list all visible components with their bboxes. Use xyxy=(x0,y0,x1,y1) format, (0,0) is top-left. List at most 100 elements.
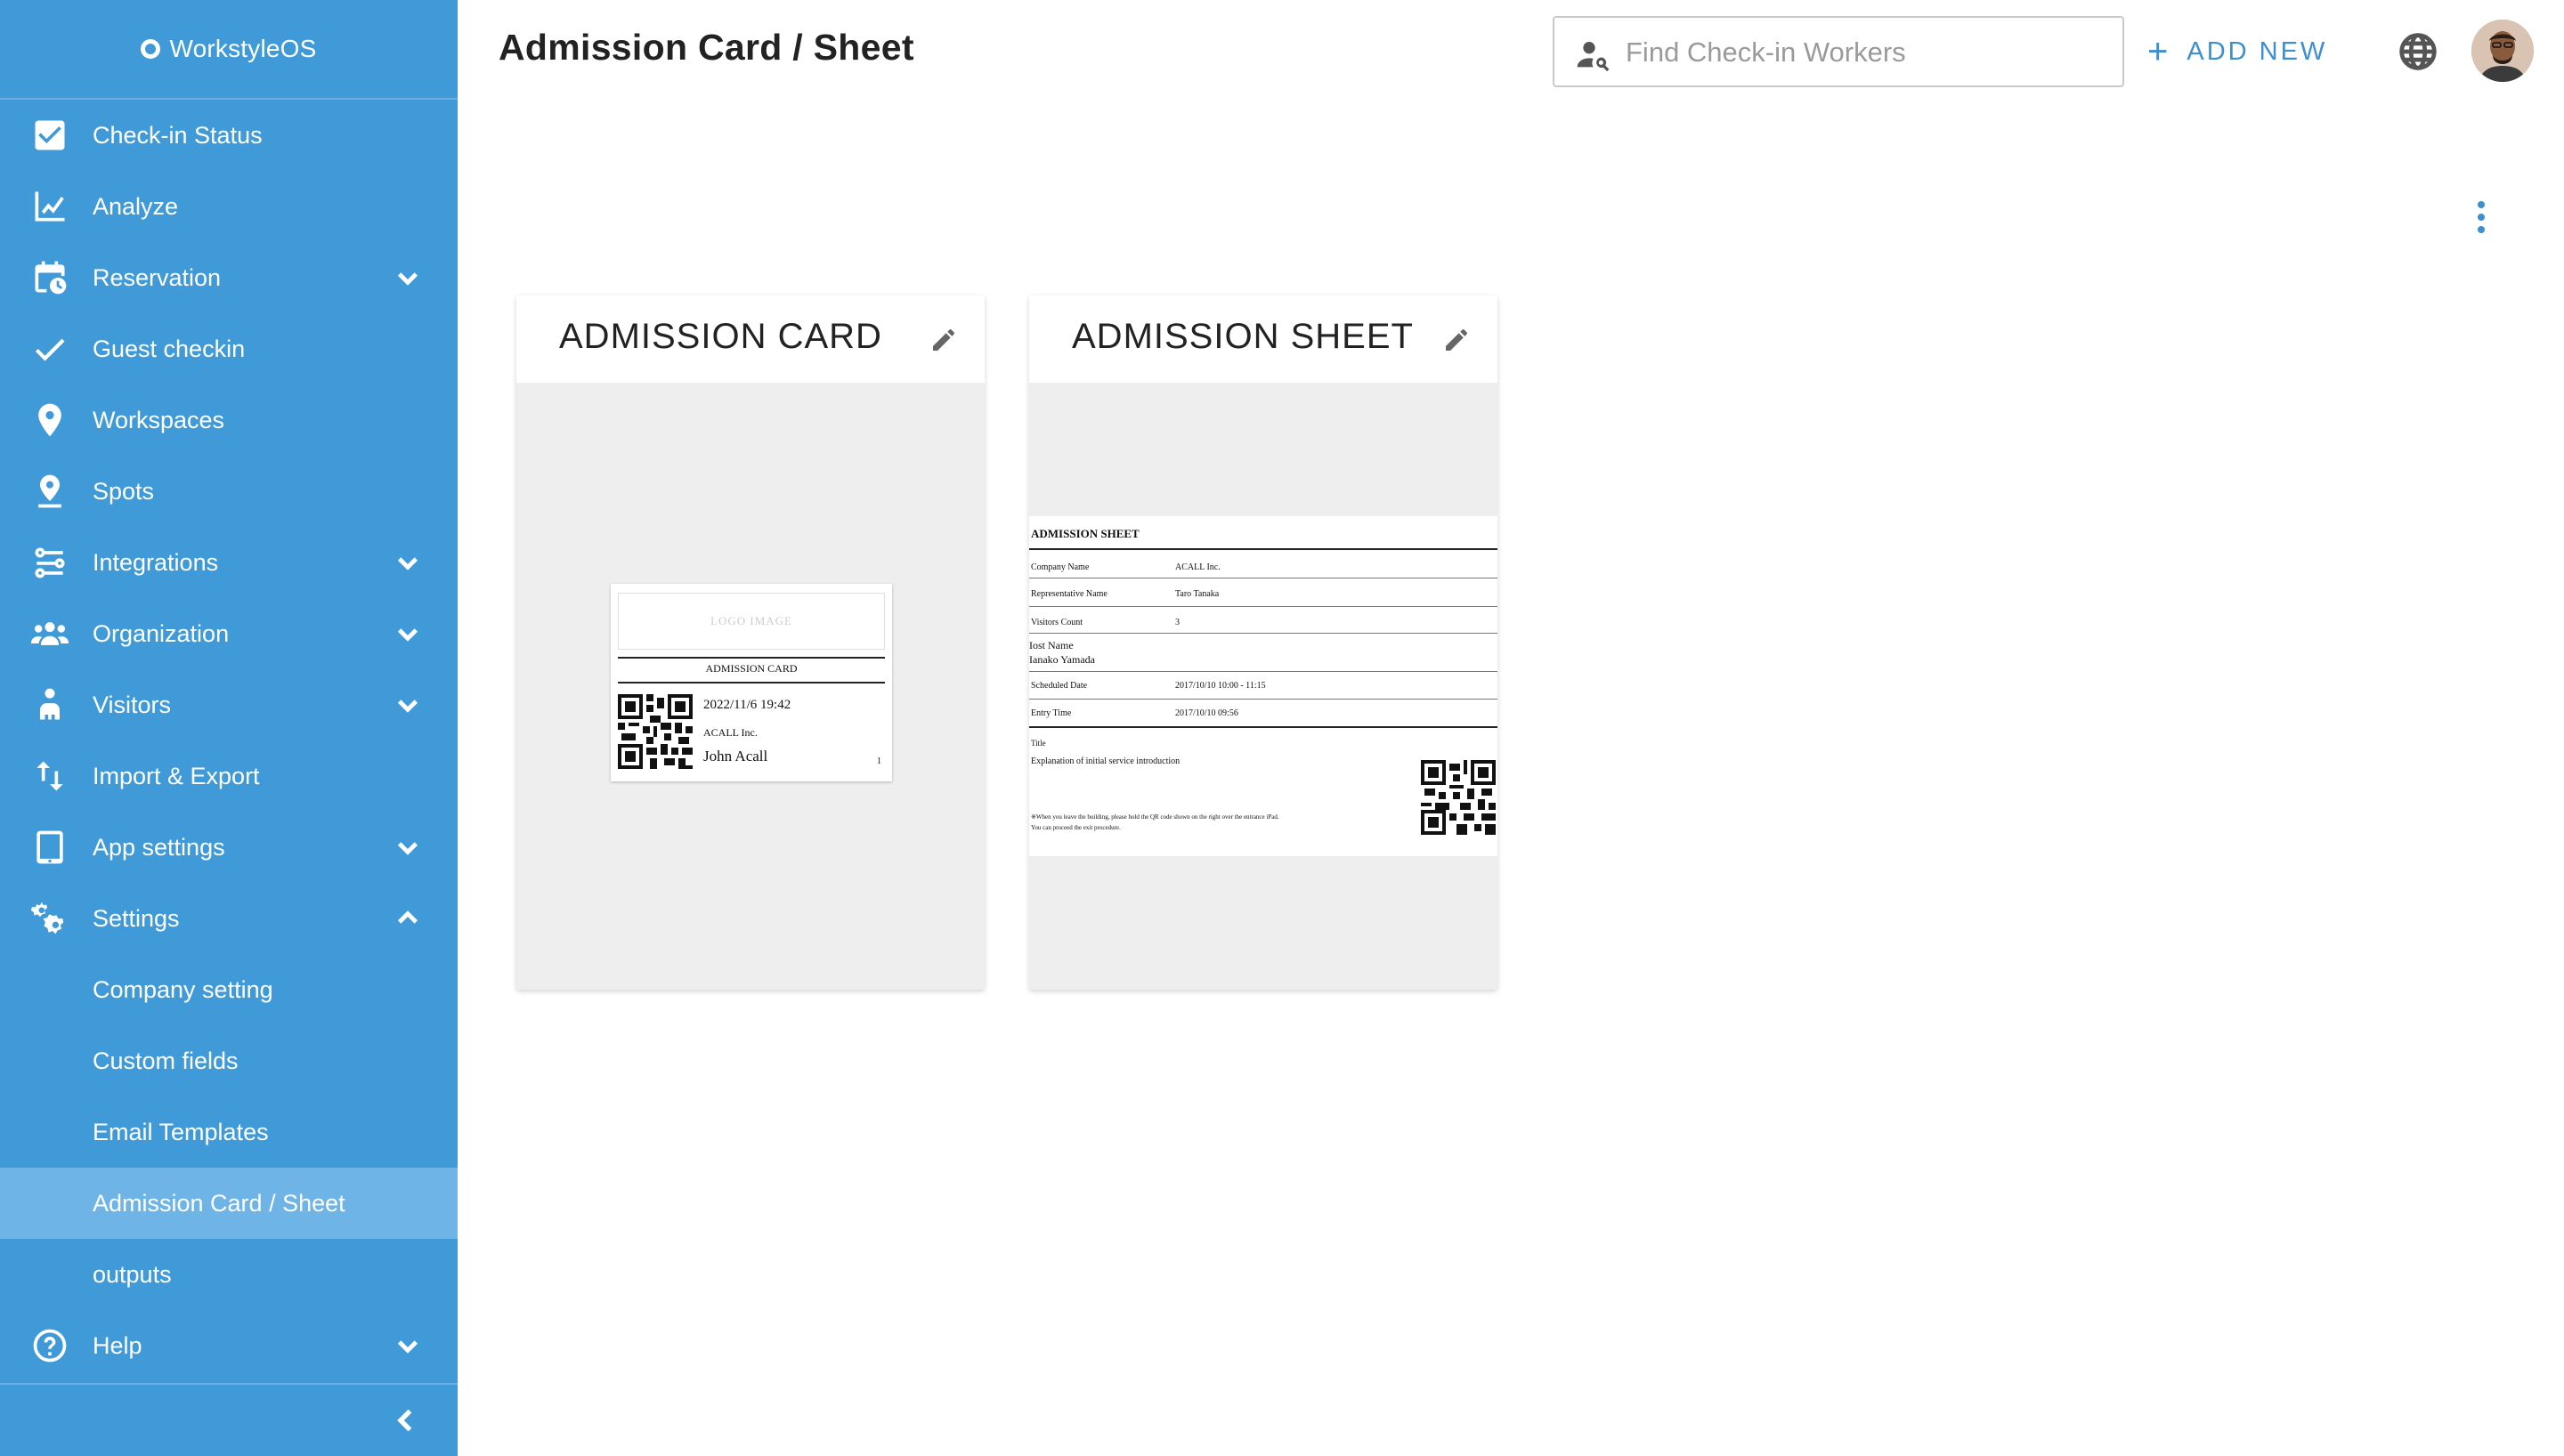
admission-sheet-card[interactable]: ADMISSION SHEET ADMISSION SHEET Company … xyxy=(1029,295,1497,990)
sidebar-item-import-export[interactable]: Import & Export xyxy=(0,740,458,812)
sidebar-item-help[interactable]: Help xyxy=(0,1310,458,1381)
sheet-row: Visitors Count 3 xyxy=(1029,607,1497,634)
sheet-row-value: 2017/10/10 10:00 - 11:15 xyxy=(1175,681,1266,691)
sidebar-item-label: Company setting xyxy=(93,975,273,1003)
sheet-row-label: Company Name xyxy=(1031,562,1090,572)
preview-datetime: 2022/11/6 19:42 xyxy=(703,698,791,712)
brand-logo-icon xyxy=(141,39,161,59)
sidebar-item-app-settings[interactable]: App settings xyxy=(0,812,458,883)
add-new-button[interactable]: + ADD NEW xyxy=(2147,30,2327,73)
sidebar-item-label: Email Templates xyxy=(93,1118,269,1145)
sheet-row-value: 3 xyxy=(1175,618,1180,627)
sheet-block-text: Explanation of initial service introduct… xyxy=(1031,756,1181,766)
people-icon xyxy=(28,612,71,655)
preview-number: 1 xyxy=(877,756,881,766)
collapse-sidebar-chevron-left-icon[interactable] xyxy=(390,1404,422,1436)
sidebar-item-label: Guest checkin xyxy=(93,335,246,362)
sheet-row-label: Entry Time xyxy=(1031,708,1072,718)
person-search-icon xyxy=(1576,37,1611,73)
sidebar-item-label: Spots xyxy=(93,477,155,505)
preview-sheet-title: ADMISSION SHEET xyxy=(1031,527,1140,540)
visitor-icon xyxy=(28,684,71,726)
edit-pencil-icon[interactable] xyxy=(929,326,958,354)
chevron-down-icon[interactable] xyxy=(394,1331,422,1360)
language-globe-icon[interactable] xyxy=(2398,32,2438,71)
chevron-down-icon[interactable] xyxy=(394,548,422,577)
divider xyxy=(618,682,885,684)
brand-name: WorkstyleOS xyxy=(169,35,317,62)
sidebar-footer xyxy=(0,1383,458,1456)
sidebar-subitem-company-setting[interactable]: Company setting xyxy=(0,954,458,1025)
sidebar-item-check-in-status[interactable]: Check-in Status xyxy=(0,100,458,171)
sidebar-item-label: Check-in Status xyxy=(93,121,263,149)
chevron-down-icon[interactable] xyxy=(394,691,422,719)
sidebar-item-analyze[interactable]: Analyze xyxy=(0,171,458,242)
checkbox-icon xyxy=(28,114,71,157)
brand[interactable]: WorkstyleOS xyxy=(0,0,458,100)
sidebar-item-label: Workspaces xyxy=(93,406,225,433)
sidebar: WorkstyleOS Check-in Status Analyze Rese… xyxy=(0,0,458,1456)
gears-icon xyxy=(28,897,71,940)
sidebar-item-guest-checkin[interactable]: Guest checkin xyxy=(0,313,458,384)
sheet-row: Scheduled Date 2017/10/10 10:00 - 11:15 xyxy=(1029,671,1497,700)
search-input[interactable] xyxy=(1626,30,2106,75)
sidebar-item-workspaces[interactable]: Workspaces xyxy=(0,384,458,456)
edit-pencil-icon[interactable] xyxy=(1442,326,1471,354)
sidebar-item-label: Integrations xyxy=(93,548,219,576)
sheet-row-label: Visitors Count xyxy=(1031,618,1083,627)
import-export-icon xyxy=(28,755,71,797)
sidebar-item-visitors[interactable]: Visitors xyxy=(0,669,458,740)
sheet-row-value: Taro Tanaka xyxy=(1175,589,1220,599)
sheet-row: Company Name ACALL Inc. xyxy=(1029,550,1497,578)
sheet-host-value: Ianako Yamada xyxy=(1029,653,1095,666)
sidebar-item-reservation[interactable]: Reservation xyxy=(0,242,458,313)
preview-name: John Acall xyxy=(703,748,768,764)
sidebar-item-label: App settings xyxy=(93,833,225,861)
sidebar-subitem-email-templates[interactable]: Email Templates xyxy=(0,1096,458,1168)
sidebar-subitem-custom-fields[interactable]: Custom fields xyxy=(0,1025,458,1096)
sidebar-item-label: Admission Card / Sheet xyxy=(93,1189,345,1217)
qr-code-icon xyxy=(618,694,693,769)
plus-icon: + xyxy=(2147,32,2171,71)
card-title: ADMISSION CARD xyxy=(559,317,882,356)
sidebar-item-label: Help xyxy=(93,1331,142,1359)
chevron-up-icon[interactable] xyxy=(394,904,422,933)
sheet-note: ※When you leave the building, please hol… xyxy=(1031,813,1279,821)
spot-pin-icon xyxy=(28,470,71,513)
search-box xyxy=(1553,16,2124,87)
sidebar-item-label: Visitors xyxy=(93,691,172,718)
preview-card-title: ADMISSION CARD xyxy=(705,662,798,675)
card-header: ADMISSION SHEET xyxy=(1029,295,1497,383)
sheet-host-label: Iost Name xyxy=(1029,639,1074,651)
sheet-row-value: ACALL Inc. xyxy=(1175,562,1221,572)
location-pin-icon xyxy=(28,399,71,441)
more-options-kebab-icon[interactable] xyxy=(2473,201,2489,239)
card-preview-area: LOGO IMAGE ADMISSION CARD 2022/11/6 19:4… xyxy=(516,383,985,990)
chevron-down-icon[interactable] xyxy=(394,619,422,648)
sidebar-item-organization[interactable]: Organization xyxy=(0,598,458,669)
sidebar-item-label: Settings xyxy=(93,904,180,932)
sheet-row: Representative Name Taro Tanaka xyxy=(1029,578,1497,607)
admission-card-card[interactable]: ADMISSION CARD LOGO IMAGE ADMISSION CARD… xyxy=(516,295,985,990)
chevron-down-icon[interactable] xyxy=(394,263,422,292)
user-avatar[interactable] xyxy=(2471,20,2534,82)
sidebar-subitem-outputs[interactable]: outputs xyxy=(0,1239,458,1310)
integrations-icon xyxy=(28,541,71,584)
add-new-label: ADD NEW xyxy=(2187,36,2328,66)
preview-company: ACALL Inc. xyxy=(703,726,758,739)
sidebar-nav: Check-in Status Analyze Reservation Gues… xyxy=(0,100,458,1381)
sidebar-item-integrations[interactable]: Integrations xyxy=(0,527,458,598)
sheet-row-value: 2017/10/10 09:56 xyxy=(1175,708,1238,718)
chevron-down-icon[interactable] xyxy=(394,833,422,861)
sidebar-item-settings[interactable]: Settings xyxy=(0,883,458,954)
check-icon xyxy=(28,328,71,370)
page-title: Admission Card / Sheet xyxy=(499,27,914,68)
card-title: ADMISSION SHEET xyxy=(1072,317,1414,356)
sidebar-item-label: Custom fields xyxy=(93,1047,239,1074)
sidebar-item-label: Import & Export xyxy=(93,762,260,789)
sidebar-item-spots[interactable]: Spots xyxy=(0,456,458,527)
sidebar-subitem-admission-card-sheet[interactable]: Admission Card / Sheet xyxy=(0,1168,458,1239)
sidebar-item-label: Analyze xyxy=(93,192,179,220)
sheet-row: Entry Time 2017/10/10 09:56 xyxy=(1029,700,1497,728)
sidebar-item-label: outputs xyxy=(93,1260,172,1288)
